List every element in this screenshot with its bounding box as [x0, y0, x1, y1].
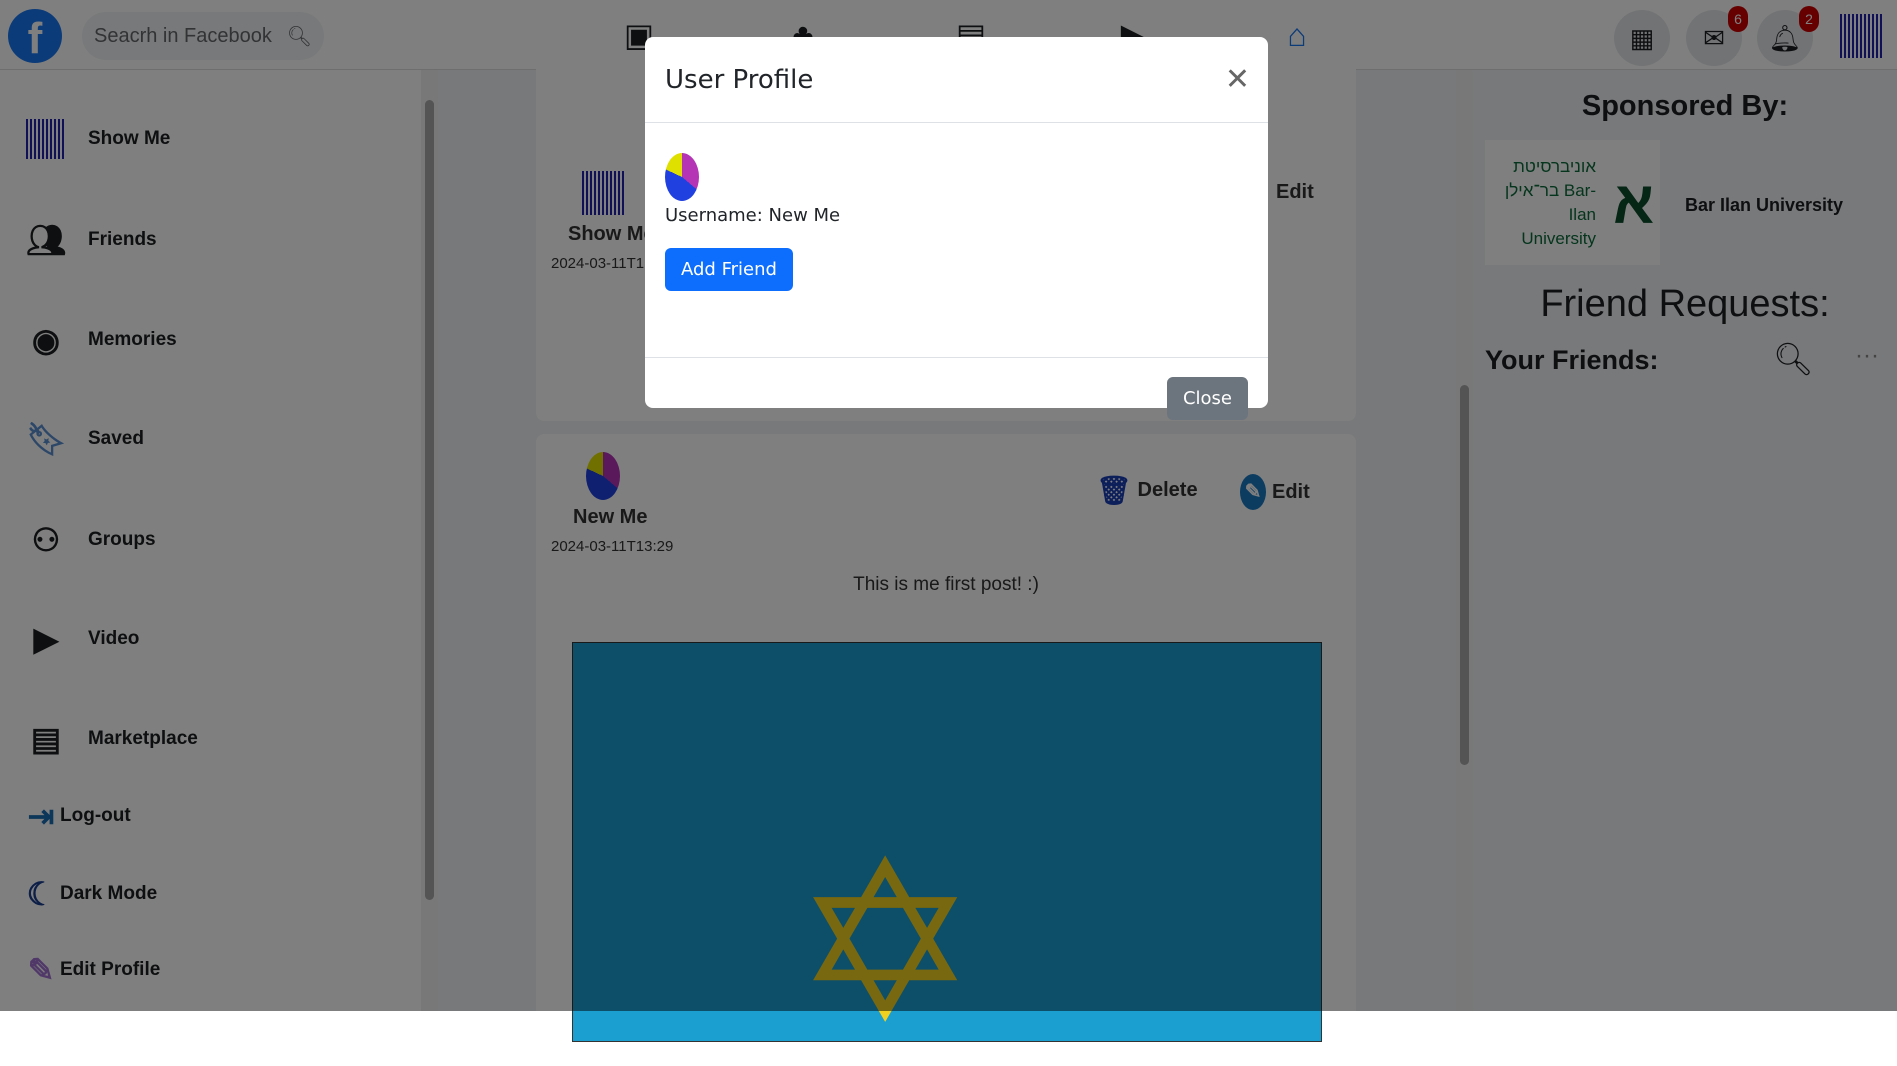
user-avatar [665, 153, 699, 201]
modal-title: User Profile [665, 64, 814, 95]
close-button[interactable]: Close [1166, 377, 1248, 420]
user-profile-modal: User Profile ✕ Username: New Me Add Frien… [645, 37, 1268, 420]
username-text: Username: New Me [665, 205, 841, 226]
add-friend-button[interactable]: Add Friend [665, 248, 793, 291]
close-icon[interactable]: ✕ [1225, 62, 1250, 97]
